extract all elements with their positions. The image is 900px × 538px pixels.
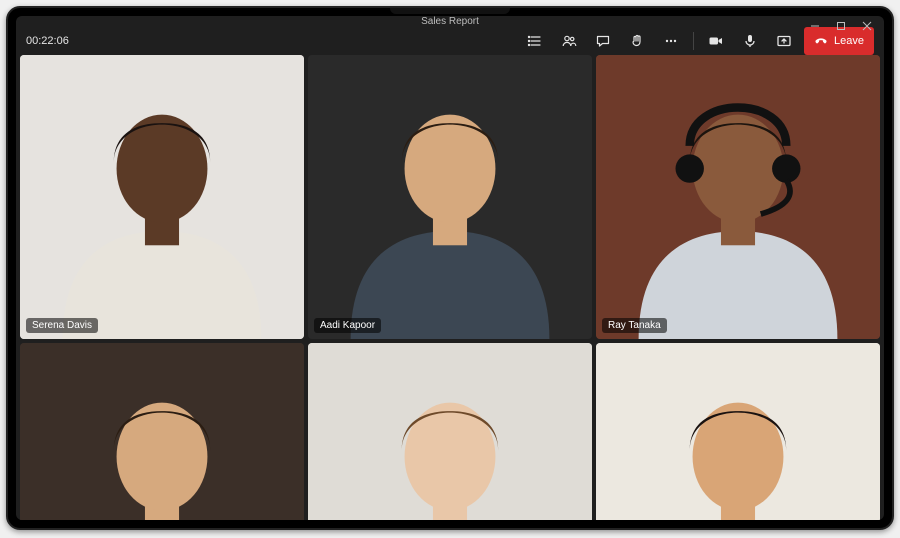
- mic-button[interactable]: [736, 27, 764, 55]
- participant-avatar: [20, 343, 304, 520]
- window-title: Sales Report: [421, 16, 479, 27]
- participant-avatar: [20, 55, 304, 339]
- video-tile[interactable]: Aadi Kapoor: [308, 55, 592, 339]
- participant-name-label: Serena Davis: [26, 318, 98, 333]
- titlebar: Sales Report: [16, 16, 884, 27]
- participant-avatar: [596, 55, 880, 339]
- window-maximize-button[interactable]: [828, 16, 854, 36]
- video-tile[interactable]: Danielle Booker: [596, 343, 880, 520]
- app-screen: Sales Report 00:22:06: [16, 16, 884, 520]
- toolbar-divider: [693, 32, 694, 50]
- video-row: Serena Davis Aadi Kapoor Ray Tanaka: [20, 55, 880, 339]
- leave-label: Leave: [834, 35, 864, 47]
- people-button[interactable]: [555, 27, 583, 55]
- participant-avatar: [308, 55, 592, 339]
- mic-icon: [742, 33, 758, 49]
- meeting-timer: 00:22:06: [26, 35, 69, 47]
- participant-avatar: [308, 343, 592, 520]
- participant-name-label: Aadi Kapoor: [314, 318, 381, 333]
- video-tile[interactable]: Serena Davis: [20, 55, 304, 339]
- window-close-button[interactable]: [854, 16, 880, 36]
- people-icon: [561, 33, 577, 49]
- device-notch: [390, 8, 510, 14]
- meeting-toolbar: 00:22:06: [16, 27, 884, 55]
- camera-icon: [708, 33, 724, 49]
- more-icon: [663, 33, 679, 49]
- device-frame: Sales Report 00:22:06: [6, 6, 894, 530]
- more-actions-button[interactable]: [657, 27, 685, 55]
- share-screen-icon: [776, 33, 792, 49]
- window-minimize-button[interactable]: [802, 16, 828, 36]
- camera-button[interactable]: [702, 27, 730, 55]
- video-tile[interactable]: Babak Shammas: [20, 343, 304, 520]
- video-row: Babak ShammasCharlotte de CrumDanielle B…: [20, 343, 880, 520]
- hangup-icon: [814, 34, 828, 48]
- participants-button[interactable]: [521, 27, 549, 55]
- participant-avatar: [596, 343, 880, 520]
- video-tile[interactable]: Charlotte de Crum: [308, 343, 592, 520]
- share-screen-button[interactable]: [770, 27, 798, 55]
- list-icon: [527, 33, 543, 49]
- video-tile[interactable]: Ray Tanaka: [596, 55, 880, 339]
- window-controls: [802, 16, 880, 36]
- chat-button[interactable]: [589, 27, 617, 55]
- video-grid: Serena Davis Aadi Kapoor Ray Tanaka Babak S…: [16, 55, 884, 520]
- participant-name-label: Ray Tanaka: [602, 318, 667, 333]
- raise-hand-button[interactable]: [623, 27, 651, 55]
- chat-icon: [595, 33, 611, 49]
- raise-hand-icon: [629, 33, 645, 49]
